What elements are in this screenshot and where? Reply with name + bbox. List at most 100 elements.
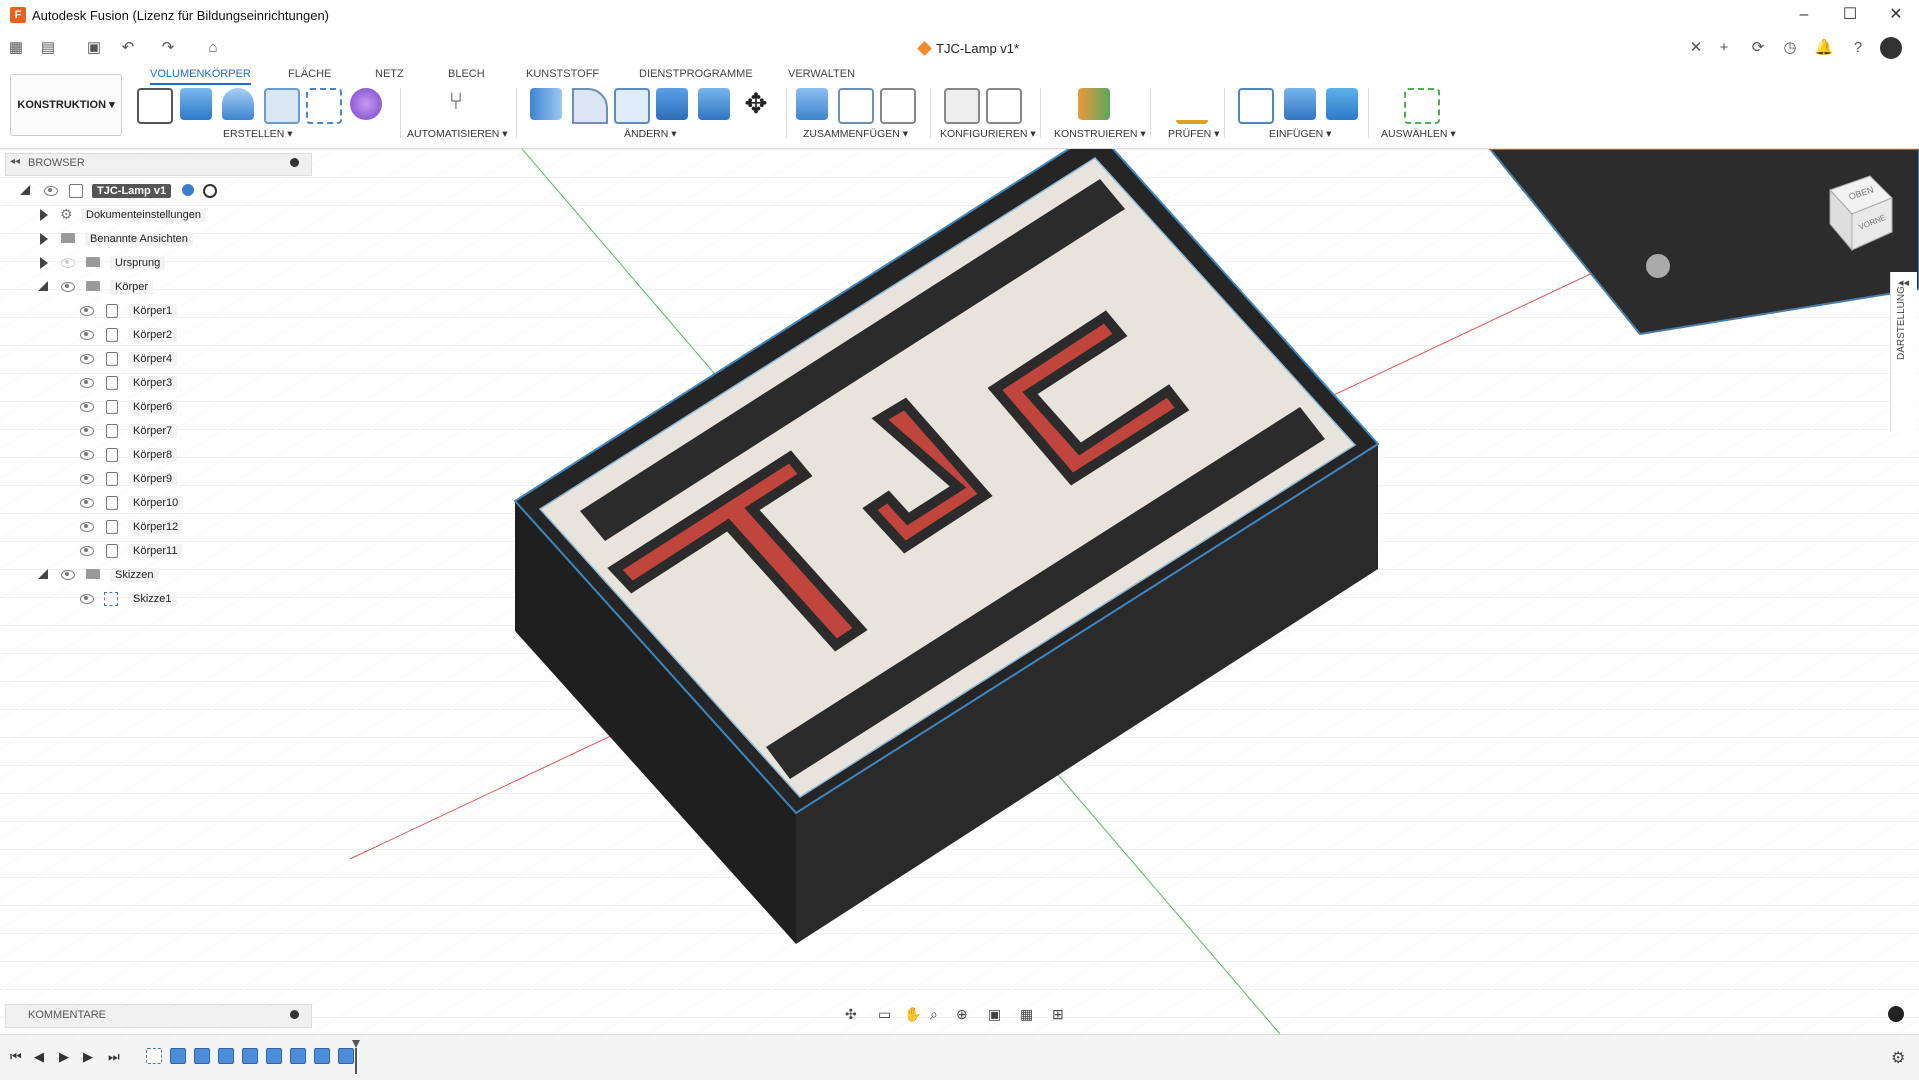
timeline-feature-item[interactable] xyxy=(290,1048,306,1064)
new-tab-icon[interactable]: + xyxy=(1714,38,1734,58)
timeline-sketch-item[interactable] xyxy=(146,1048,162,1064)
workspace-switcher[interactable]: KONSTRUKTION ▾ xyxy=(10,74,122,136)
visibility-eye-icon[interactable] xyxy=(80,522,94,532)
group-pruefen[interactable]: PRÜFEN ▾ xyxy=(1168,128,1219,140)
tab-volumenkoerper[interactable]: VOLUMENKÖRPER xyxy=(150,68,251,85)
chamfer-icon[interactable] xyxy=(614,88,650,124)
user-avatar[interactable] xyxy=(1880,37,1902,59)
minimize-button[interactable]: – xyxy=(1781,0,1827,30)
insert-mcmaster-icon[interactable] xyxy=(1284,88,1316,120)
tree-label[interactable]: Skizze1 xyxy=(128,592,177,606)
group-konstruieren[interactable]: KONSTRUIEREN ▾ xyxy=(1054,128,1146,140)
tree-row-body[interactable]: Körper10 xyxy=(0,493,310,515)
timeline-feature-item[interactable] xyxy=(218,1048,234,1064)
offset-plane-icon[interactable] xyxy=(1078,88,1110,120)
tree-row-document-settings[interactable]: ⚙ Dokumenteinstellungen xyxy=(0,205,310,227)
tree-label[interactable]: Benannte Ansichten xyxy=(85,232,193,246)
close-window-button[interactable]: ✕ xyxy=(1873,0,1919,30)
tree-label[interactable]: Skizzen xyxy=(110,568,159,582)
pan-icon[interactable]: ✋ xyxy=(904,1006,921,1023)
tree-row-body[interactable]: Körper2 xyxy=(0,325,310,347)
notifications-icon[interactable]: 🔔 xyxy=(1814,38,1834,58)
automate-icon[interactable]: ⑂ xyxy=(440,88,472,120)
visibility-eye-icon[interactable] xyxy=(80,474,94,484)
group-zusammenfuegen[interactable]: ZUSAMMENFÜGEN ▾ xyxy=(803,128,908,140)
viewcube[interactable]: OBEN VORNE xyxy=(1810,168,1902,260)
close-tab-icon[interactable]: ✕ xyxy=(1686,38,1706,58)
visibility-eye-icon[interactable] xyxy=(80,546,94,556)
timeline-back-icon[interactable]: ◀ xyxy=(34,1049,44,1065)
grid-settings-icon[interactable]: ▦ xyxy=(1020,1006,1033,1023)
insert-image-icon[interactable] xyxy=(1326,88,1358,120)
comment-toggle-icon[interactable] xyxy=(1888,1006,1904,1022)
tree-label[interactable]: Ursprung xyxy=(110,256,166,270)
create-sketch-icon[interactable] xyxy=(137,88,173,124)
tree-label[interactable]: Körper1 xyxy=(128,304,178,318)
tree-row-body[interactable]: Körper6 xyxy=(0,397,310,419)
root-component-label[interactable]: TJC-Lamp v1 xyxy=(92,184,172,198)
tree-row-root[interactable]: TJC-Lamp v1 xyxy=(0,181,310,203)
comments-add-icon[interactable] xyxy=(290,1010,299,1019)
undo-icon[interactable]: ↶ xyxy=(118,38,138,58)
press-pull-icon[interactable] xyxy=(530,88,562,120)
move-icon[interactable]: ✥ xyxy=(740,88,772,120)
job-status-icon[interactable]: ◷ xyxy=(1780,38,1800,58)
tree-row-origin[interactable]: Ursprung xyxy=(0,253,310,275)
table-icon[interactable] xyxy=(986,88,1022,124)
insert-derive-icon[interactable] xyxy=(1238,88,1274,124)
group-konfigurieren[interactable]: KONFIGURIEREN ▾ xyxy=(940,128,1036,140)
tab-blech[interactable]: BLECH xyxy=(448,68,485,80)
tab-verwalten[interactable]: VERWALTEN xyxy=(788,68,855,80)
tree-row-sketches-folder[interactable]: Skizzen xyxy=(0,565,310,587)
darstellung-label[interactable]: DARSTELLUNG xyxy=(1896,286,1907,360)
timeline-marker[interactable] xyxy=(352,1040,360,1074)
fit-icon[interactable]: ⊕ xyxy=(956,1006,968,1023)
joint-icon[interactable] xyxy=(838,88,874,124)
collapse-browser-icon[interactable]: ◂◂ xyxy=(10,156,20,167)
tree-label[interactable]: Körper2 xyxy=(128,328,178,342)
tree-label[interactable]: Dokumenteinstellungen xyxy=(81,208,206,222)
visibility-eye-icon[interactable] xyxy=(80,426,94,436)
expand-closed-icon[interactable] xyxy=(40,257,48,269)
expand-open-icon[interactable] xyxy=(38,281,48,291)
extrude-icon[interactable] xyxy=(180,88,212,120)
tab-netz[interactable]: NETZ xyxy=(375,68,404,80)
visibility-eye-icon[interactable] xyxy=(61,282,75,292)
tab-kunststoff[interactable]: KUNSTSTOFF xyxy=(526,68,599,80)
expand-closed-icon[interactable] xyxy=(40,209,48,221)
app-grid-icon[interactable]: ▦ xyxy=(6,38,26,58)
visibility-eye-icon[interactable] xyxy=(80,402,94,412)
timeline-end-icon[interactable]: ⏭ xyxy=(108,1049,120,1065)
link-icon[interactable] xyxy=(182,184,194,196)
timeline-start-icon[interactable]: ⏮ xyxy=(10,1049,22,1065)
group-erstellen[interactable]: ERSTELLEN ▾ xyxy=(223,128,292,140)
timeline-feature-item[interactable] xyxy=(266,1048,282,1064)
tree-row-body[interactable]: Körper11 xyxy=(0,541,310,563)
tree-label[interactable]: Körper10 xyxy=(128,496,184,510)
maximize-button[interactable]: ☐ xyxy=(1827,0,1873,30)
tree-label[interactable]: Körper7 xyxy=(128,424,178,438)
form-icon[interactable] xyxy=(350,88,382,120)
new-component-icon[interactable] xyxy=(796,88,828,120)
visibility-eye-hidden-icon[interactable] xyxy=(61,258,75,268)
save-icon[interactable]: ▣ xyxy=(84,38,104,58)
tree-row-body[interactable]: Körper8 xyxy=(0,445,310,467)
visibility-eye-icon[interactable] xyxy=(80,306,94,316)
tree-label[interactable]: Körper12 xyxy=(128,520,184,534)
select-box-icon[interactable] xyxy=(1404,88,1440,124)
home-icon[interactable]: ⌂ xyxy=(203,38,223,58)
display-settings-icon[interactable]: ▣ xyxy=(988,1006,1001,1023)
tree-label[interactable]: Körper8 xyxy=(128,448,178,462)
group-automatisieren[interactable]: AUTOMATISIEREN ▾ xyxy=(407,128,508,140)
tree-row-sketch[interactable]: Skizze1 xyxy=(0,589,310,611)
zoom-icon[interactable]: ⌕ xyxy=(930,1006,938,1023)
help-icon[interactable]: ? xyxy=(1848,38,1868,58)
tree-row-bodies-folder[interactable]: Körper xyxy=(0,277,310,299)
group-aendern[interactable]: ÄNDERN ▾ xyxy=(624,128,677,140)
tab-flaeche[interactable]: FLÄCHE xyxy=(288,68,331,80)
tree-label[interactable]: Körper9 xyxy=(128,472,178,486)
tree-label[interactable]: Körper xyxy=(110,280,154,294)
timeline-feature-item[interactable] xyxy=(242,1048,258,1064)
visibility-eye-icon[interactable] xyxy=(80,378,94,388)
tree-label[interactable]: Körper3 xyxy=(128,376,178,390)
